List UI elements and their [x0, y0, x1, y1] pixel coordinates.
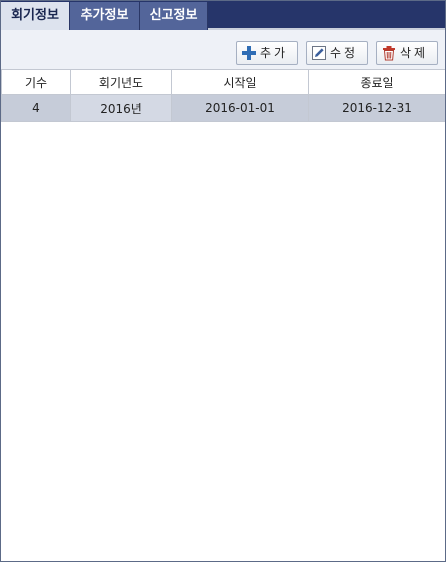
- tab-bar: 회기정보 추가정보 신고정보: [1, 1, 445, 30]
- delete-button[interactable]: 삭제: [376, 41, 438, 65]
- add-button-label: 추가: [260, 46, 289, 60]
- edit-button-label: 수정: [330, 46, 359, 60]
- cell-term: 4: [1, 94, 71, 122]
- fiscal-period-panel: 회기정보 추가정보 신고정보 추가 수정 삭제 기수 회기년도 시작일 종료일 …: [0, 0, 446, 562]
- pencil-icon: [312, 46, 326, 60]
- toolbar: 추가 수정 삭제: [1, 30, 445, 69]
- fiscal-period-table: 기수 회기년도 시작일 종료일 4 2016년 2016-01-01 2016-…: [1, 69, 445, 122]
- column-header-end-date[interactable]: 종료일: [308, 69, 445, 95]
- plus-icon: [242, 46, 256, 60]
- column-header-fiscal-year[interactable]: 회기년도: [70, 69, 172, 95]
- cell-fiscal-year: 2016년: [70, 94, 172, 122]
- tab-fiscal-info[interactable]: 회기정보: [1, 2, 70, 30]
- column-header-term[interactable]: 기수: [1, 69, 71, 95]
- table-header-row: 기수 회기년도 시작일 종료일: [1, 69, 445, 95]
- edit-button[interactable]: 수정: [306, 41, 368, 65]
- delete-button-label: 삭제: [400, 46, 429, 60]
- add-button[interactable]: 추가: [236, 41, 298, 65]
- column-header-start-date[interactable]: 시작일: [171, 69, 309, 95]
- cell-end-date: 2016-12-31: [308, 94, 445, 122]
- table-row[interactable]: 4 2016년 2016-01-01 2016-12-31: [1, 94, 445, 122]
- tab-report-info[interactable]: 신고정보: [140, 2, 208, 30]
- cell-start-date: 2016-01-01: [171, 94, 309, 122]
- tab-additional-info[interactable]: 추가정보: [70, 2, 140, 30]
- trash-icon: [383, 46, 395, 61]
